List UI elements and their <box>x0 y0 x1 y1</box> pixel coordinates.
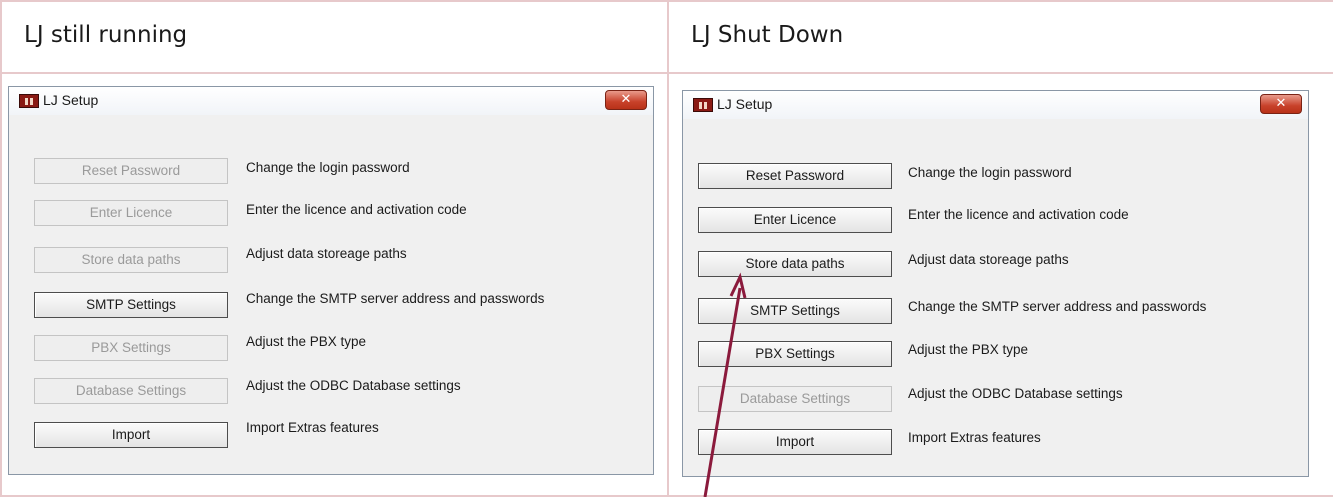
pbx-settings-description: Adjust the PBX type <box>246 334 367 349</box>
app-icon <box>693 98 713 112</box>
reset-password-description: Change the login password <box>908 165 1072 180</box>
dialog-lj-setup-running: LJ Setup ✕ Reset Password Change the log… <box>8 86 654 475</box>
store-data-paths-description: Adjust data storeage paths <box>246 246 407 261</box>
enter-licence-button: Enter Licence <box>34 200 228 226</box>
import-description: Import Extras features <box>246 420 379 435</box>
close-button[interactable]: ✕ <box>1260 94 1302 114</box>
header-cell-running: LJ still running <box>0 0 669 74</box>
database-settings-button: Database Settings <box>34 378 228 404</box>
header-cell-shutdown: LJ Shut Down <box>667 0 1333 74</box>
enter-licence-description: Enter the licence and activation code <box>246 202 467 217</box>
store-data-paths-button[interactable]: Store data paths <box>698 251 892 277</box>
smtp-settings-description: Change the SMTP server address and passw… <box>908 299 1207 314</box>
column-heading-running: LJ still running <box>24 22 188 48</box>
title-bar[interactable]: LJ Setup ✕ <box>683 91 1308 119</box>
dialog-window: LJ Setup ✕ Reset Password Change the log… <box>8 86 654 475</box>
import-button[interactable]: Import <box>34 422 228 448</box>
smtp-settings-button[interactable]: SMTP Settings <box>698 298 892 324</box>
window-title: LJ Setup <box>717 96 773 112</box>
dialog-lj-setup-shutdown: LJ Setup ✕ Reset Password Change the log… <box>682 90 1309 477</box>
window-title: LJ Setup <box>43 92 99 108</box>
reset-password-button[interactable]: Reset Password <box>698 163 892 189</box>
close-button[interactable]: ✕ <box>605 90 647 110</box>
smtp-settings-button[interactable]: SMTP Settings <box>34 292 228 318</box>
enter-licence-button[interactable]: Enter Licence <box>698 207 892 233</box>
import-description: Import Extras features <box>908 430 1041 445</box>
title-bar[interactable]: LJ Setup ✕ <box>9 87 653 115</box>
import-button[interactable]: Import <box>698 429 892 455</box>
database-settings-button: Database Settings <box>698 386 892 412</box>
dialog-window: LJ Setup ✕ Reset Password Change the log… <box>682 90 1309 477</box>
pbx-settings-description: Adjust the PBX type <box>908 342 1029 357</box>
reset-password-button: Reset Password <box>34 158 228 184</box>
pbx-settings-button: PBX Settings <box>34 335 228 361</box>
database-settings-description: Adjust the ODBC Database settings <box>908 386 1123 401</box>
store-data-paths-button: Store data paths <box>34 247 228 273</box>
smtp-settings-description: Change the SMTP server address and passw… <box>246 291 545 306</box>
app-icon <box>19 94 39 108</box>
reset-password-description: Change the login password <box>246 160 410 175</box>
database-settings-description: Adjust the ODBC Database settings <box>246 378 461 393</box>
store-data-paths-description: Adjust data storeage paths <box>908 252 1069 267</box>
pbx-settings-button[interactable]: PBX Settings <box>698 341 892 367</box>
enter-licence-description: Enter the licence and activation code <box>908 207 1129 222</box>
column-heading-shutdown: LJ Shut Down <box>691 22 844 48</box>
